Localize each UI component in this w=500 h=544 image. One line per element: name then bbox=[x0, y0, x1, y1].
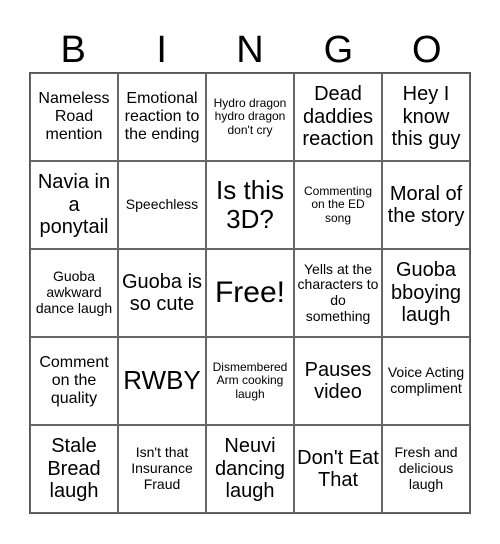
bingo-cell-r3c1[interactable]: Guoba awkward dance laugh bbox=[30, 249, 118, 337]
header-letter-o: O bbox=[412, 29, 442, 71]
header-letter-i: I bbox=[156, 29, 167, 71]
bingo-cell-r1c4[interactable]: Dead daddies reaction bbox=[294, 73, 382, 161]
bingo-cell-r1c3[interactable]: Hydro dragon hydro dragon don't cry bbox=[206, 73, 294, 161]
bingo-cell-r4c2[interactable]: RWBY bbox=[118, 337, 206, 425]
bingo-cell-r3c5[interactable]: Guoba bboying laugh bbox=[382, 249, 470, 337]
bingo-cell-r2c2[interactable]: Speechless bbox=[118, 161, 206, 249]
bingo-cell-r5c4[interactable]: Don't Eat That bbox=[294, 425, 382, 513]
bingo-cell-r3c4[interactable]: Yells at the characters to do something bbox=[294, 249, 382, 337]
bingo-cell-r4c4[interactable]: Pauses video bbox=[294, 337, 382, 425]
bingo-cell-free[interactable]: Free! bbox=[206, 249, 294, 337]
bingo-cell-r2c4[interactable]: Commenting on the ED song bbox=[294, 161, 382, 249]
bingo-cell-r5c5[interactable]: Fresh and delicious laugh bbox=[382, 425, 470, 513]
bingo-cell-r5c1[interactable]: Stale Bread laugh bbox=[30, 425, 118, 513]
header-letter-n: N bbox=[236, 29, 264, 71]
bingo-cell-r1c1[interactable]: Nameless Road mention bbox=[30, 73, 118, 161]
bingo-cell-r4c1[interactable]: Comment on the quality bbox=[30, 337, 118, 425]
bingo-header: B I N G O bbox=[29, 28, 471, 72]
bingo-cell-r1c5[interactable]: Hey I know this guy bbox=[382, 73, 470, 161]
bingo-grid: Nameless Road mention Emotional reaction… bbox=[29, 72, 471, 514]
header-letter-b: B bbox=[60, 29, 86, 71]
bingo-cell-r4c5[interactable]: Voice Acting compliment bbox=[382, 337, 470, 425]
bingo-cell-r4c3[interactable]: Dismembered Arm cooking laugh bbox=[206, 337, 294, 425]
bingo-cell-r3c2[interactable]: Guoba is so cute bbox=[118, 249, 206, 337]
bingo-cell-r1c2[interactable]: Emotional reaction to the ending bbox=[118, 73, 206, 161]
bingo-cell-r5c2[interactable]: Isn't that Insurance Fraud bbox=[118, 425, 206, 513]
bingo-cell-r2c5[interactable]: Moral of the story bbox=[382, 161, 470, 249]
bingo-cell-r2c1[interactable]: Navia in a ponytail bbox=[30, 161, 118, 249]
bingo-cell-r5c3[interactable]: Neuvi dancing laugh bbox=[206, 425, 294, 513]
bingo-cell-r2c3[interactable]: Is this 3D? bbox=[206, 161, 294, 249]
header-letter-g: G bbox=[323, 29, 354, 71]
